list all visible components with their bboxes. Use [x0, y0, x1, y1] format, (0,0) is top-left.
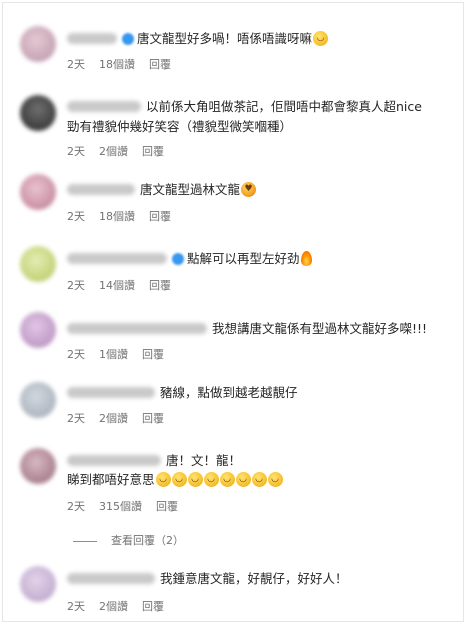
comment-meta: 2天 315個讚 回覆: [67, 498, 192, 514]
reply-button[interactable]: 回覆: [142, 348, 164, 361]
comment-time: 2天: [67, 500, 85, 513]
username[interactable]: [67, 387, 155, 398]
like-count[interactable]: 1個讚: [99, 348, 128, 361]
grinning-squinting-emoji-icon: ◡: [171, 472, 187, 487]
comment-text: 我鍾意唐文龍，好靚仔，好好人！: [160, 571, 348, 586]
avatar[interactable]: [20, 566, 56, 602]
like-count[interactable]: 315個讚: [99, 500, 142, 513]
reply-button[interactable]: 回覆: [149, 58, 171, 71]
view-replies-label: 查看回覆（2）: [111, 534, 184, 547]
comment-time: 2天: [67, 412, 85, 425]
verified-icon: [122, 32, 134, 45]
avatar[interactable]: [20, 448, 56, 484]
grinning-squinting-emoji-icon: ◡: [313, 31, 329, 46]
comment-meta: 2天 14個讚 回覆: [67, 277, 185, 293]
comment-text-line-2: 勁有禮貌仲幾好笑容（禮貌型微笑嗰種）: [67, 119, 293, 134]
comment-meta: 2天 2個讚 回覆: [67, 410, 178, 426]
reply-button[interactable]: 回覆: [142, 600, 164, 613]
avatar[interactable]: [20, 246, 56, 282]
comment-text-line-2: 睇到都唔好意思: [67, 472, 155, 487]
reply-button[interactable]: 回覆: [156, 500, 178, 513]
reply-button[interactable]: 回覆: [149, 279, 171, 292]
grinning-squinting-emoji-icon: ◡: [155, 472, 171, 487]
grinning-squinting-emoji-icon: ◡: [203, 472, 219, 487]
comment-text: 豬線，點做到越老越靚仔: [160, 385, 298, 400]
like-count[interactable]: 2個讚: [99, 412, 128, 425]
comment-time: 2天: [67, 600, 85, 613]
verified-icon: [172, 252, 184, 265]
comment-time: 2天: [67, 58, 85, 71]
comment-meta: 2天 2個讚 回覆: [67, 143, 178, 159]
view-replies-button[interactable]: 查看回覆（2）: [73, 532, 184, 548]
avatar[interactable]: [20, 382, 56, 418]
grinning-squinting-emoji-icon: ◡: [251, 472, 267, 487]
avatar[interactable]: [20, 174, 56, 210]
like-count[interactable]: 2個讚: [99, 600, 128, 613]
comment-time: 2天: [67, 348, 85, 361]
heart-eyes-emoji-icon: ♥: [241, 182, 257, 197]
grinning-squinting-emoji-icon: ◡: [219, 472, 235, 487]
comment-time: 2天: [67, 145, 85, 158]
grinning-squinting-emoji-icon: ◡: [267, 472, 283, 487]
reply-button[interactable]: 回覆: [149, 210, 171, 223]
like-count[interactable]: 18個讚: [99, 58, 135, 71]
comment-meta: 2天 1個讚 回覆: [67, 346, 178, 362]
avatar[interactable]: [20, 312, 56, 348]
comment-time: 2天: [67, 279, 85, 292]
divider: [73, 540, 97, 542]
comment-text: 唐文龍型過林文龍: [140, 182, 241, 197]
comment-text: 以前係大角咀做茶記，佢間唔中都會黎真人超nice: [146, 99, 422, 114]
username[interactable]: [67, 455, 161, 466]
reply-button[interactable]: 回覆: [142, 412, 164, 425]
reply-button[interactable]: 回覆: [142, 145, 164, 158]
grinning-squinting-emoji-icon: ◡: [235, 472, 251, 487]
fire-emoji-icon: [300, 251, 312, 266]
grinning-squinting-emoji-icon: ◡: [187, 472, 203, 487]
comment-text: 我想講唐文龍係有型過林文龍好多㗎!!!: [212, 321, 428, 336]
comments-panel: [2, 2, 464, 622]
username[interactable]: [67, 101, 141, 112]
comment-text: 唐！文！龍！: [166, 453, 242, 468]
username[interactable]: [67, 323, 207, 334]
username[interactable]: [67, 253, 167, 264]
comment-meta: 2天 18個讚 回覆: [67, 56, 185, 72]
avatar[interactable]: [20, 95, 56, 131]
username[interactable]: [67, 573, 155, 584]
like-count[interactable]: 2個讚: [99, 145, 128, 158]
username[interactable]: [67, 33, 117, 44]
username[interactable]: [67, 184, 135, 195]
comment-text: 點解可以再型左好劲: [187, 251, 300, 266]
comment-text: 唐文龍型好多喎！唔係唔識呀嘛: [137, 31, 313, 46]
comment-time: 2天: [67, 210, 85, 223]
comment-meta: 2天 2個讚 回覆: [67, 598, 178, 614]
like-count[interactable]: 18個讚: [99, 210, 135, 223]
avatar[interactable]: [20, 26, 56, 62]
like-count[interactable]: 14個讚: [99, 279, 135, 292]
comment-meta: 2天 18個讚 回覆: [67, 208, 185, 224]
